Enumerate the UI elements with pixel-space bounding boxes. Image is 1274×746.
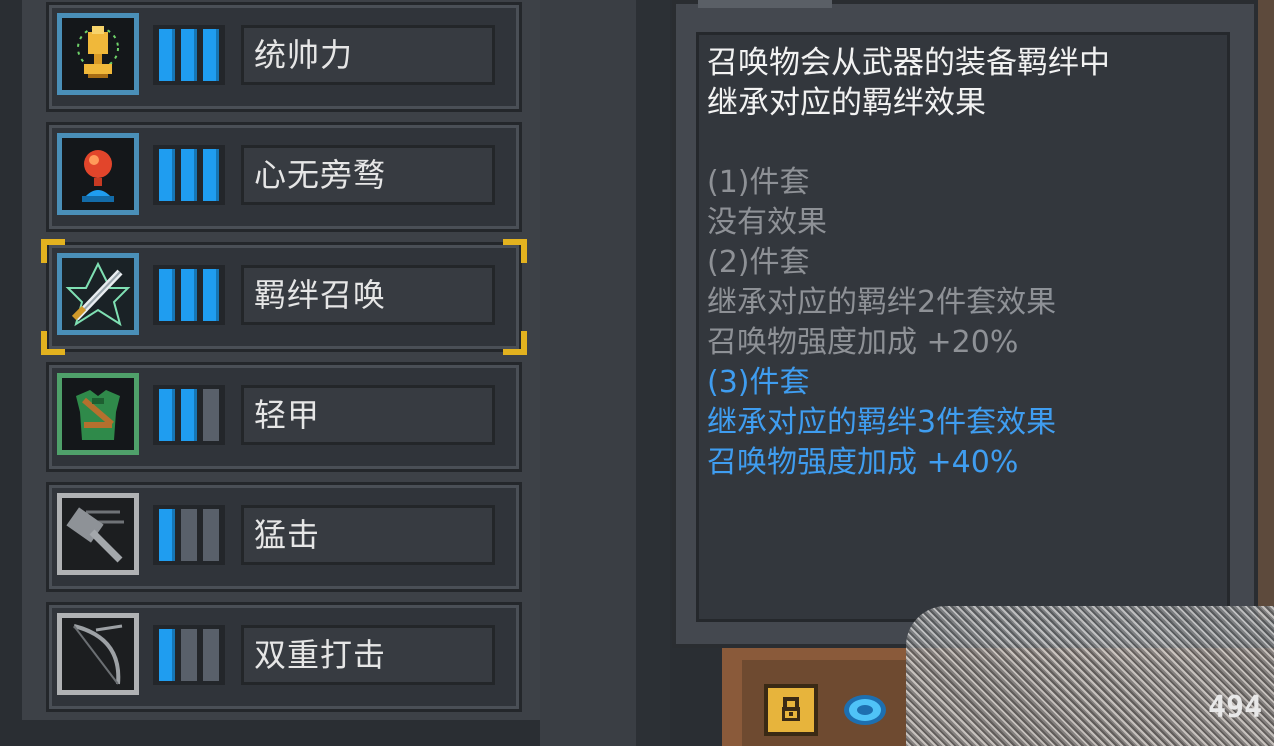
tier-title: (1)件套: [707, 165, 810, 200]
tier-effect: 没有效果: [707, 205, 827, 240]
selection-corner: [41, 239, 65, 263]
bow-slash-icon: [62, 618, 134, 690]
skill-icon-frame: [57, 613, 139, 695]
skill-level-meter: [153, 25, 225, 85]
hammer-icon: [62, 498, 134, 570]
panel-divider: [636, 0, 670, 746]
skill-name: 双重打击: [241, 625, 495, 685]
tier-effect: 召唤物强度加成 +20%: [707, 325, 1019, 360]
tooltip-tab: [698, 0, 832, 8]
skill-name: 心无旁骛: [241, 145, 495, 205]
level-pip: [181, 389, 197, 441]
sword-star-icon: [62, 258, 134, 330]
skill-row[interactable]: 心无旁骛: [46, 122, 522, 232]
skill-icon-frame: [57, 253, 139, 335]
currency-counter: 494: [1208, 690, 1263, 725]
skill-name: 轻甲: [241, 385, 495, 445]
level-pip: [203, 149, 219, 201]
skill-level-meter: [153, 625, 225, 685]
tooltip-spacer: [707, 123, 1227, 163]
skill-icon-frame: [57, 373, 139, 455]
gem-icon: [844, 695, 886, 725]
selection-corner: [503, 331, 527, 355]
skill-name: 猛击: [241, 505, 495, 565]
level-pip: [181, 629, 197, 681]
lock-button[interactable]: [764, 684, 818, 736]
tooltip-description: 召唤物会从武器的装备羁绊中 继承对应的羁绊效果: [707, 45, 1110, 121]
selection-corner: [41, 331, 65, 355]
trophy-icon: [62, 18, 134, 90]
lock-icon: [782, 697, 800, 721]
tier-effect: 继承对应的羁绊3件套效果: [707, 405, 1057, 440]
level-pip: [181, 29, 197, 81]
skill-icon-frame: [57, 133, 139, 215]
tier-effect: 继承对应的羁绊2件套效果: [707, 285, 1057, 320]
skill-row[interactable]: 轻甲: [46, 362, 522, 472]
level-pip: [203, 269, 219, 321]
skill-icon-frame: [57, 493, 139, 575]
skill-level-meter: [153, 265, 225, 325]
skill-row[interactable]: 猛击: [46, 482, 522, 592]
level-pip: [203, 509, 219, 561]
level-pip: [181, 269, 197, 321]
level-pip: [203, 29, 219, 81]
level-pip: [203, 389, 219, 441]
gem-button[interactable]: [842, 690, 888, 730]
blurred-overlay: [906, 606, 1274, 746]
skill-level-meter: [153, 505, 225, 565]
skill-icon-frame: [57, 13, 139, 95]
light-armor-icon: [62, 378, 134, 450]
level-pip: [159, 29, 175, 81]
skill-row[interactable]: 羁绊召唤: [41, 239, 527, 355]
tooltip-content: 召唤物会从武器的装备羁绊中 继承对应的羁绊效果 (1)件套没有效果 (2)件套继承…: [696, 32, 1230, 622]
level-pip: [159, 269, 175, 321]
level-pip: [181, 509, 197, 561]
level-pip: [159, 629, 175, 681]
tier-title: (2)件套: [707, 245, 810, 280]
skill-row[interactable]: 统帅力: [46, 2, 522, 112]
level-pip: [159, 149, 175, 201]
selection-corner: [503, 239, 527, 263]
tier-title: (3)件套: [707, 365, 810, 400]
skill-level-meter: [153, 145, 225, 205]
tier-effect: 召唤物强度加成 +40%: [707, 445, 1019, 480]
skill-row[interactable]: 双重打击: [46, 602, 522, 712]
level-pip: [159, 389, 175, 441]
background-strip: [1258, 0, 1274, 620]
level-pip: [159, 509, 175, 561]
red-orb-icon: [62, 138, 134, 210]
skill-level-meter: [153, 385, 225, 445]
skill-name: 统帅力: [241, 25, 495, 85]
level-pip: [203, 629, 219, 681]
panel-gutter: [540, 0, 636, 746]
level-pip: [181, 149, 197, 201]
tooltip-tier-list: (1)件套没有效果 (2)件套继承对应的羁绊2件套效果 召唤物强度加成 +20% (3…: [707, 163, 1227, 483]
skill-name: 羁绊召唤: [241, 265, 495, 325]
